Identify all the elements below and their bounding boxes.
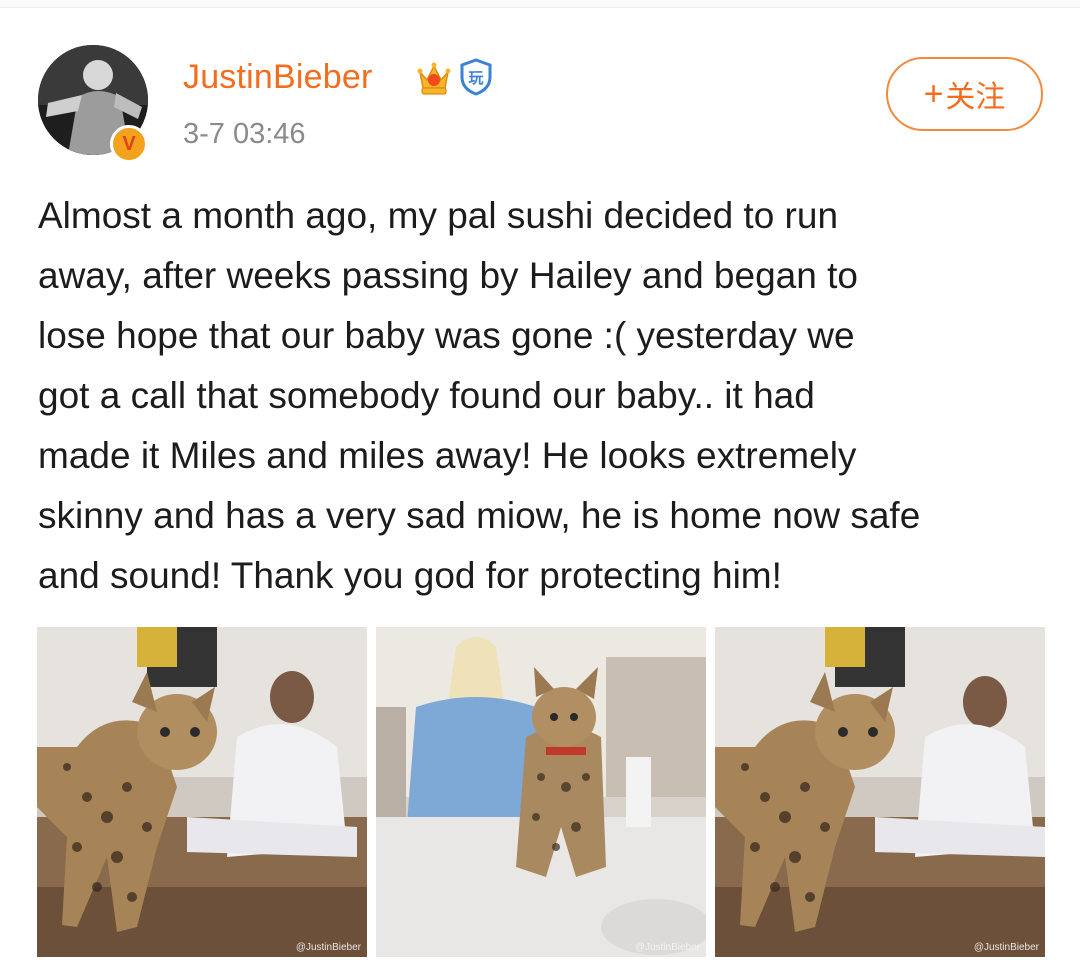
post-timestamp: 3-7 03:46 [183,118,306,150]
post-line: skinny and has a very sad miow, he is ho… [38,495,921,536]
post-image-2[interactable]: @JustinBieber [376,627,706,957]
top-divider [0,0,1080,8]
post-image-1[interactable]: @JustinBieber [37,627,367,957]
shield-badge-text: 玩 [468,69,483,87]
post-line: lose hope that our baby was gone :( yest… [38,315,855,356]
post-line: made it Miles and miles away! He looks e… [38,435,857,476]
post-image-3[interactable]: @JustinBieber [715,627,1045,957]
post-line: and sound! Thank you god for protecting … [38,555,782,596]
crown-icon[interactable] [414,58,454,98]
plus-icon: + [923,75,944,113]
follow-button[interactable]: + 关注 [886,57,1043,131]
image-watermark: @JustinBieber [973,942,1039,953]
shield-badge-icon[interactable]: 玩 [458,58,494,96]
follow-label: 关注 [945,81,1006,114]
image-watermark: @JustinBieber [634,942,700,953]
post-line: got a call that somebody found our baby.… [38,375,815,416]
username[interactable]: JustinBieber [183,58,373,97]
post-line: away, after weeks passing by Hailey and … [38,255,858,296]
post-line: Almost a month ago, my pal sushi decided… [38,195,839,236]
post-text: Almost a month ago, my pal sushi decided… [38,186,1048,606]
image-watermark: @JustinBieber [295,942,361,953]
verified-badge: V [110,125,148,163]
